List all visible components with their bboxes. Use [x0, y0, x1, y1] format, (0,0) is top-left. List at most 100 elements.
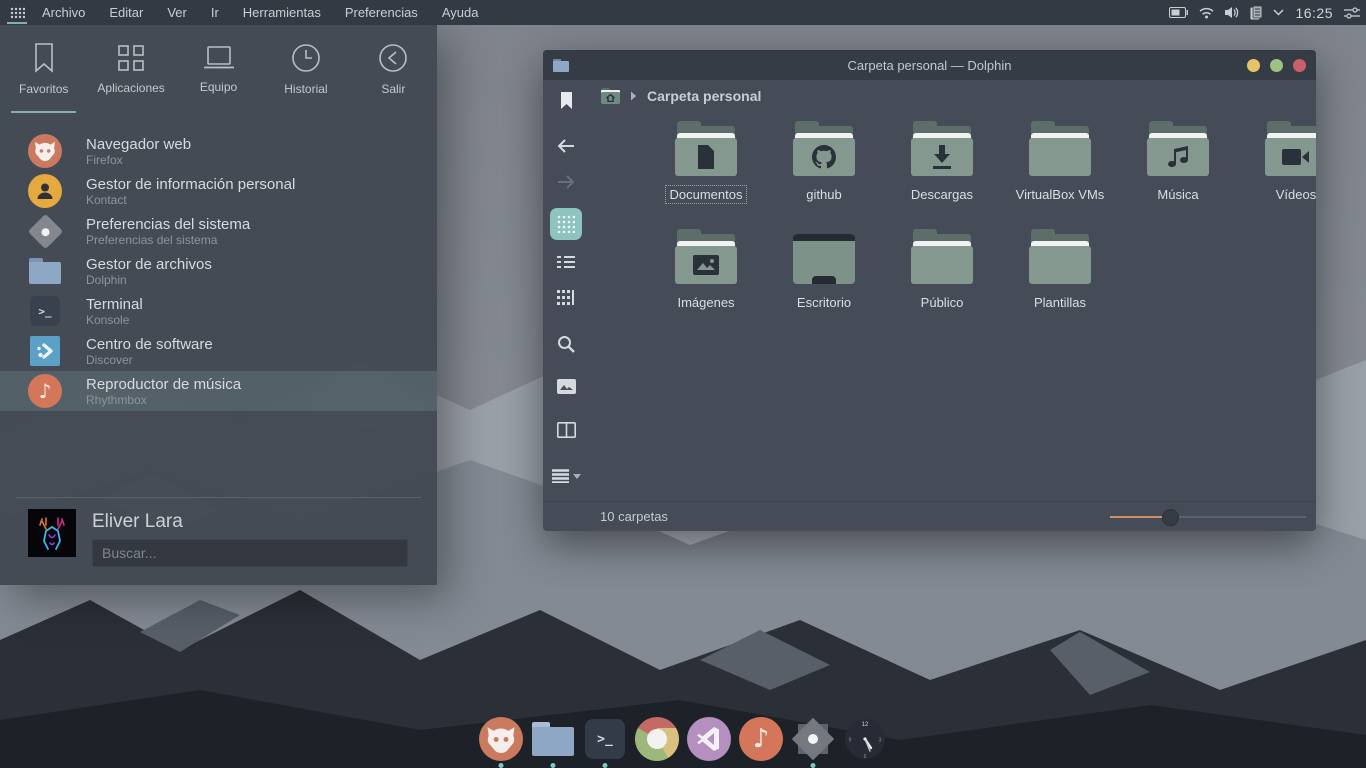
menu-ver[interactable]: Ver [167, 5, 187, 20]
dock-chromium[interactable] [635, 717, 679, 761]
folder-item-musica[interactable]: Música [1119, 120, 1237, 228]
app-item-discover[interactable]: Centro de software Discover [0, 331, 437, 371]
bookmark-button[interactable] [550, 84, 582, 116]
folder-item-github[interactable]: github [765, 120, 883, 228]
forward-button[interactable] [550, 166, 582, 198]
folder-label: Música [1153, 186, 1202, 203]
preview-image-icon [557, 379, 576, 394]
close-button[interactable] [1293, 59, 1306, 72]
tab-salir[interactable]: Salir [350, 25, 437, 113]
leave-icon [378, 43, 408, 73]
menu-preferencias[interactable]: Preferencias [345, 5, 418, 20]
menu-archivo[interactable]: Archivo [42, 5, 85, 20]
preview-button[interactable] [550, 370, 582, 402]
app-item-firefox[interactable]: Navegador web Firefox [0, 131, 437, 171]
battery-icon[interactable] [1169, 7, 1188, 18]
dolphin-icon [29, 258, 61, 284]
search-input[interactable] [92, 539, 408, 567]
compact-view-button[interactable] [550, 282, 582, 314]
tab-aplicaciones[interactable]: Aplicaciones [87, 25, 174, 113]
folder-item-imagenes[interactable]: Imágenes [647, 228, 765, 336]
app-item-konsole[interactable]: >_ Terminal Konsole [0, 291, 437, 331]
panel-clock[interactable]: 16:25 [1295, 5, 1333, 21]
app-subtitle: Discover [86, 353, 213, 367]
folder-icon-imagenes [674, 234, 738, 284]
app-item-system-settings[interactable]: Preferencias del sistema Preferencias de… [0, 211, 437, 251]
tab-favoritos[interactable]: Favoritos [0, 25, 87, 113]
compact-view-icon [557, 290, 575, 306]
tab-historial[interactable]: Historial [262, 25, 349, 113]
menu-ir[interactable]: Ir [211, 5, 219, 20]
dolphin-toolbar [543, 80, 589, 501]
list-view-button[interactable] [550, 246, 582, 278]
dock-firefox[interactable] [479, 717, 523, 761]
zoom-slider[interactable] [1110, 508, 1306, 526]
launcher-active-underline [7, 22, 27, 24]
breadcrumb: Carpeta personal [589, 80, 1316, 112]
folder-item-virtualbox-vms[interactable]: VirtualBox VMs [1001, 120, 1119, 228]
dock-vscode[interactable] [687, 717, 731, 761]
app-title: Gestor de información personal [86, 176, 295, 193]
dock-clock-widget[interactable]: 12 3 6 9 [843, 717, 887, 761]
folder-label: Documentos [666, 186, 747, 203]
app-subtitle: Rhythmbox [86, 393, 241, 407]
slider-track [1170, 516, 1306, 518]
slider-handle[interactable] [1162, 509, 1179, 526]
menu-ayuda[interactable]: Ayuda [442, 5, 479, 20]
video-camera-glyph [1282, 148, 1310, 166]
folder-item-descargas[interactable]: Descargas [883, 120, 1001, 228]
avatar [28, 509, 76, 557]
app-item-kontact[interactable]: Gestor de información personal Kontact [0, 171, 437, 211]
breadcrumb-location[interactable]: Carpeta personal [647, 88, 761, 104]
launcher-tabs: Favoritos Aplicaciones Equipo Hist [0, 25, 437, 113]
chevron-down-icon[interactable] [1273, 9, 1284, 16]
menu-herramientas[interactable]: Herramientas [243, 5, 321, 20]
folder-item-documentos[interactable]: Documentos [647, 120, 765, 228]
folder-icon-descargas [910, 126, 974, 176]
window-app-icon [553, 59, 569, 72]
folder-item-escritorio[interactable]: Escritorio [765, 228, 883, 336]
home-folder-icon[interactable] [601, 88, 620, 104]
folder-item-videos[interactable]: Vídeos [1237, 120, 1316, 228]
split-view-button[interactable] [550, 414, 582, 446]
dock-system-settings[interactable] [791, 717, 835, 761]
list-view-icon [557, 255, 575, 269]
app-subtitle: Konsole [86, 313, 143, 327]
dock-file-manager[interactable] [531, 717, 575, 761]
maximize-button[interactable] [1270, 59, 1283, 72]
minimize-button[interactable] [1247, 59, 1260, 72]
search-button[interactable] [550, 328, 582, 360]
app-launcher-panel: Favoritos Aplicaciones Equipo Hist [0, 25, 437, 585]
tab-label: Salir [381, 82, 405, 96]
favorites-list: Navegador web Firefox Gestor de informac… [0, 131, 437, 411]
clipboard-icon[interactable] [1250, 6, 1262, 20]
hamburger-menu-icon [552, 469, 569, 483]
app-item-dolphin[interactable]: Gestor de archivos Dolphin [0, 251, 437, 291]
dolphin-window: Carpeta personal — Dolphin Carpeta perso… [543, 50, 1316, 531]
tab-equipo[interactable]: Equipo [175, 25, 262, 113]
folder-item-publico[interactable]: Público [883, 228, 1001, 336]
app-title: Gestor de archivos [86, 256, 212, 273]
panel-settings-icon[interactable] [1344, 7, 1360, 19]
dock-terminal[interactable]: >_ [583, 717, 627, 761]
user-name: Eliver Lara [92, 511, 408, 533]
menu-editar[interactable]: Editar [109, 5, 143, 20]
app-launcher-button[interactable] [0, 0, 34, 25]
breadcrumb-arrow-icon [630, 91, 637, 101]
tab-label: Favoritos [19, 82, 68, 96]
volume-icon[interactable] [1225, 6, 1239, 19]
app-subtitle: Firefox [86, 153, 191, 167]
icons-view-button[interactable] [550, 208, 582, 240]
desktop-folder-icon [793, 234, 855, 284]
folder-icon-virtualbox [1028, 126, 1092, 176]
back-button[interactable] [550, 130, 582, 162]
window-titlebar[interactable] [543, 50, 1316, 80]
menu-button[interactable] [546, 460, 586, 492]
dock-rhythmbox[interactable]: ♪ [739, 717, 783, 761]
running-indicator [499, 763, 504, 768]
folder-item-plantillas[interactable]: Plantillas [1001, 228, 1119, 336]
folder-icon-github [792, 126, 856, 176]
history-clock-icon [291, 43, 321, 73]
app-item-rhythmbox[interactable]: ♪ Reproductor de música Rhythmbox [0, 371, 437, 411]
wifi-icon[interactable] [1199, 7, 1214, 19]
